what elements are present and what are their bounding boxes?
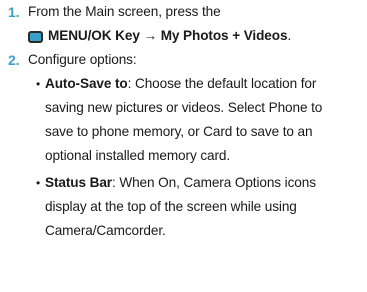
status-bar-term: Status Bar [45, 175, 112, 190]
status-bar-line-2: display at the top of the screen while u… [45, 199, 297, 214]
step-1-instruction: MENU/OK Key → My Photos + Videos. [28, 25, 291, 47]
step-1-line: From the Main screen, press the [28, 4, 221, 19]
auto-save-bullet: • [36, 77, 41, 91]
auto-save-line-2: saving new pictures or videos. Select Ph… [45, 100, 323, 115]
auto-save-line-3: save to phone memory, or Card to save to… [45, 124, 313, 139]
auto-save-term: Auto-Save to [45, 76, 128, 91]
my-photos-videos-label: My Photos + Videos [160, 28, 288, 43]
step-1-period: . [287, 28, 292, 43]
step-2-text: Configure options: [28, 52, 137, 67]
menu-ok-key-icon [28, 31, 43, 43]
status-bar-bullet: • [36, 176, 41, 190]
auto-save-line-4: optional installed memory card. [45, 148, 231, 163]
status-bar-line-3: Camera/Camcorder. [45, 223, 166, 238]
menu-ok-key-label: MENU/OK Key [48, 28, 140, 43]
status-bar-line-1: Status Bar: When On, Camera Options icon… [45, 172, 316, 194]
arrow-icon: → [143, 28, 158, 43]
step-1-text: From the Main screen, press the [28, 1, 221, 23]
status-bar-desc-1: : When On, Camera Options icons [112, 175, 316, 190]
step-2-number: 2. [8, 52, 20, 68]
auto-save-line-1: Auto-Save to: Choose the default locatio… [45, 73, 316, 95]
auto-save-desc-1: : Choose the default location for [127, 76, 317, 91]
instruction-document: 1. From the Main screen, press the MENU/… [0, 0, 367, 292]
step-1-number: 1. [8, 4, 20, 20]
